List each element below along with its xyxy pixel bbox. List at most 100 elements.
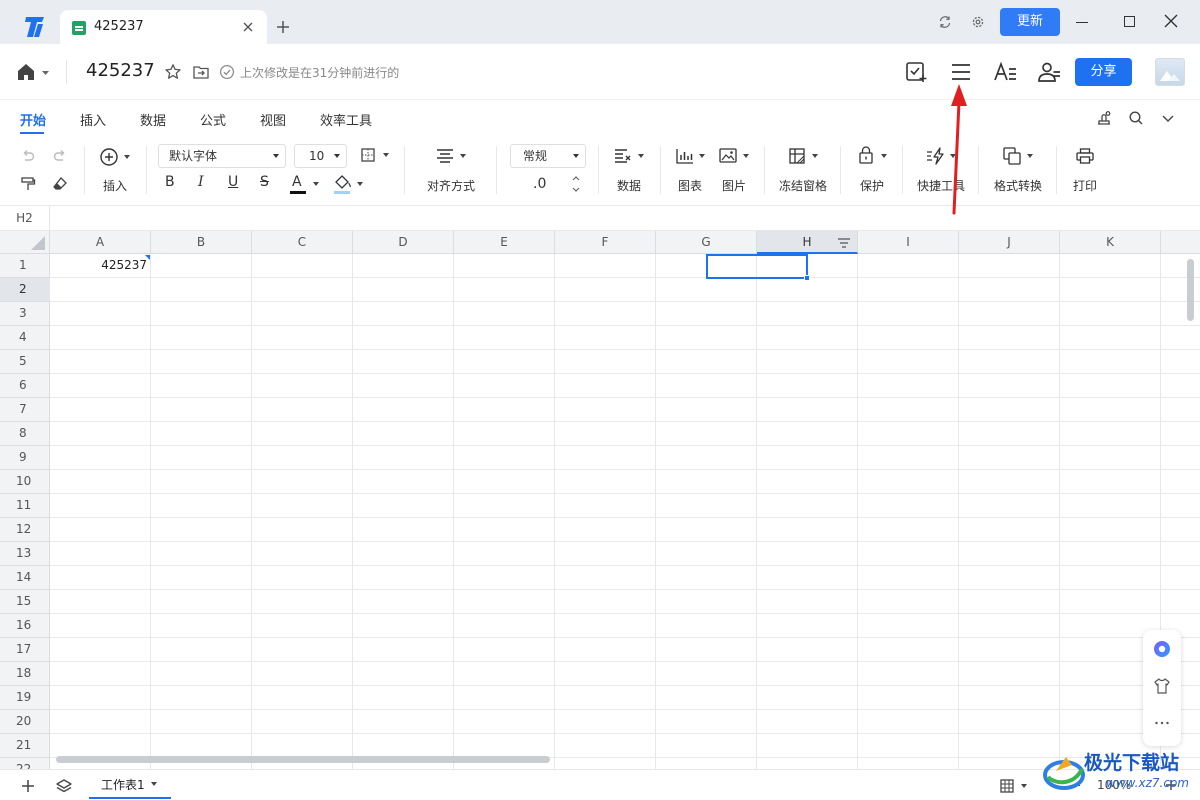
italic-button[interactable]: I: [198, 174, 204, 190]
insert-plus-circle-icon[interactable]: [100, 148, 120, 168]
border-icon[interactable]: [360, 147, 376, 163]
font-color-dropdown-icon[interactable]: [313, 182, 319, 186]
horizontal-scrollbar[interactable]: [56, 756, 550, 763]
row-header-21[interactable]: 21: [0, 734, 50, 758]
protect-label[interactable]: 保护: [860, 177, 884, 194]
column-header-a[interactable]: A: [50, 231, 151, 254]
fill-handle[interactable]: [804, 275, 810, 281]
tab-start[interactable]: 开始: [20, 110, 46, 129]
number-format-select[interactable]: 常规: [510, 144, 586, 168]
format-painter-stamp-icon[interactable]: [1096, 110, 1112, 126]
cell-area[interactable]: 425237: [50, 254, 1200, 769]
fill-color-icon[interactable]: [334, 174, 352, 194]
decimal-stepper[interactable]: [571, 174, 581, 194]
data-label[interactable]: 数据: [617, 177, 641, 194]
selected-cell-h2[interactable]: [706, 254, 808, 279]
data-tools-icon[interactable]: [614, 148, 632, 164]
chart-icon[interactable]: [676, 148, 694, 164]
zoom-level[interactable]: 100%: [1097, 778, 1131, 792]
column-header-g[interactable]: G: [656, 231, 757, 254]
redo-icon[interactable]: [52, 148, 68, 164]
row-header-4[interactable]: 4: [0, 326, 50, 350]
format-convert-dropdown-icon[interactable]: [1027, 154, 1033, 158]
border-dropdown-icon[interactable]: [383, 153, 389, 157]
align-icon[interactable]: [436, 148, 454, 164]
protect-dropdown-icon[interactable]: [881, 154, 887, 158]
row-header-5[interactable]: 5: [0, 350, 50, 374]
add-sheet-icon[interactable]: [21, 779, 35, 793]
print-icon[interactable]: [1076, 148, 1094, 164]
image-icon[interactable]: [719, 147, 737, 165]
quick-tools-dropdown-icon[interactable]: [950, 154, 956, 158]
bold-button[interactable]: B: [165, 174, 175, 190]
row-header-10[interactable]: 10: [0, 470, 50, 494]
print-label[interactable]: 打印: [1073, 177, 1097, 194]
zoom-out-icon[interactable]: [1070, 785, 1080, 787]
column-header-b[interactable]: B: [151, 231, 252, 254]
view-mode-dropdown-icon[interactable]: [1021, 784, 1027, 788]
gear-icon[interactable]: [971, 15, 985, 29]
home-icon[interactable]: [16, 62, 52, 82]
column-header-i[interactable]: I: [858, 231, 959, 254]
sheet-tab[interactable]: 工作表1: [89, 770, 171, 799]
image-label[interactable]: 图片: [722, 177, 746, 194]
cell-reference-box[interactable]: H2: [0, 206, 50, 230]
search-icon[interactable]: [1128, 110, 1144, 126]
column-header-j[interactable]: J: [959, 231, 1060, 254]
view-mode-grid-icon[interactable]: [1000, 779, 1014, 793]
row-header-9[interactable]: 9: [0, 446, 50, 470]
freeze-panes-label[interactable]: 冻结窗格: [779, 177, 827, 194]
close-window-icon[interactable]: [1164, 14, 1178, 28]
formula-input[interactable]: [51, 206, 1200, 230]
text-format-icon[interactable]: [993, 60, 1017, 84]
tab-formula[interactable]: 公式: [200, 110, 226, 129]
freeze-panes-icon[interactable]: [789, 148, 805, 164]
column-header-h[interactable]: H: [757, 231, 858, 254]
zoom-in-icon[interactable]: [1164, 778, 1178, 792]
row-header-15[interactable]: 15: [0, 590, 50, 614]
format-painter-icon[interactable]: [20, 176, 36, 192]
row-header-1[interactable]: 1: [0, 254, 50, 278]
sync-icon[interactable]: [938, 15, 952, 29]
tab-efficiency-tools[interactable]: 效率工具: [320, 110, 372, 129]
freeze-dropdown-icon[interactable]: [812, 154, 818, 158]
column-filter-icon[interactable]: [837, 238, 851, 248]
underline-button[interactable]: U: [228, 174, 238, 190]
font-color-icon[interactable]: A: [290, 174, 308, 194]
tab-insert[interactable]: 插入: [80, 110, 106, 129]
column-header-e[interactable]: E: [454, 231, 555, 254]
column-header-d[interactable]: D: [353, 231, 454, 254]
row-header-16[interactable]: 16: [0, 614, 50, 638]
row-header-12[interactable]: 12: [0, 518, 50, 542]
row-header-17[interactable]: 17: [0, 638, 50, 662]
chevron-down-icon[interactable]: [1160, 110, 1176, 126]
collaborators-icon[interactable]: [1037, 60, 1061, 84]
minimize-window-icon[interactable]: [1076, 22, 1088, 24]
select-all-corner[interactable]: [0, 231, 50, 254]
font-size-select[interactable]: 10: [294, 144, 347, 168]
row-header-22[interactable]: 22: [0, 758, 50, 769]
row-header-19[interactable]: 19: [0, 686, 50, 710]
font-family-select[interactable]: 默认字体: [158, 144, 286, 168]
menu-icon[interactable]: [949, 60, 973, 84]
row-header-11[interactable]: 11: [0, 494, 50, 518]
row-header-20[interactable]: 20: [0, 710, 50, 734]
undo-icon[interactable]: [20, 148, 36, 164]
maximize-window-icon[interactable]: [1124, 16, 1135, 27]
column-header-k[interactable]: K: [1060, 231, 1161, 254]
row-header-7[interactable]: 7: [0, 398, 50, 422]
eraser-icon[interactable]: [52, 176, 68, 192]
sheet-list-layers-icon[interactable]: [56, 778, 72, 794]
spreadsheet-grid[interactable]: ABCDEFGHIJK 1 2 3 4 5 6 7 8 9 10 11 12 13 14 15 16 17 18 1…: [0, 231, 1200, 769]
row-header-13[interactable]: 13: [0, 542, 50, 566]
document-tab[interactable]: 425237: [60, 10, 267, 44]
strikethrough-button[interactable]: S: [260, 174, 269, 190]
row-header-18[interactable]: 18: [0, 662, 50, 686]
format-convert-label[interactable]: 格式转换: [994, 177, 1042, 194]
column-header-f[interactable]: F: [555, 231, 656, 254]
align-label[interactable]: 对齐方式: [427, 177, 475, 194]
data-dropdown-icon[interactable]: [638, 154, 644, 158]
row-header-2[interactable]: 2: [0, 278, 50, 302]
cell-a1[interactable]: 425237: [50, 258, 147, 272]
column-header-c[interactable]: C: [252, 231, 353, 254]
